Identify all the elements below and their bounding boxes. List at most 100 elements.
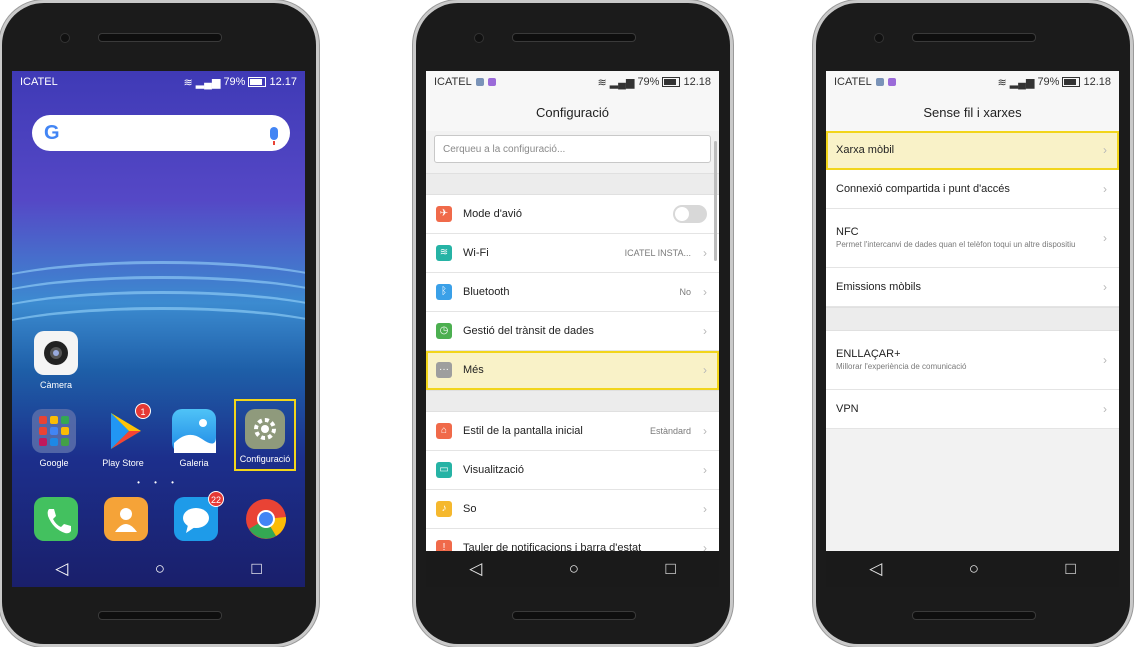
home-style-icon: ⌂: [436, 423, 452, 439]
settings-item-bluetooth[interactable]: ᛒ Bluetooth No ›: [426, 273, 719, 312]
home-button[interactable]: ○: [569, 559, 579, 579]
section-divider: [426, 390, 719, 412]
item-label: Més: [463, 364, 484, 376]
battery-percent: 79%: [1037, 76, 1060, 88]
google-folder-icon: [32, 409, 76, 453]
chevron-right-icon: ›: [703, 324, 707, 338]
earpiece: [98, 33, 222, 42]
battery-icon: [248, 77, 267, 87]
chevron-right-icon: ›: [703, 285, 707, 299]
dock-chrome[interactable]: [236, 497, 296, 546]
battery-icon: [1062, 77, 1081, 87]
item-label: Xarxa mòbil: [836, 144, 895, 156]
status-bar: ICATEL ≋ ▂▄▆ 79% 12.17: [12, 71, 305, 93]
signal-icon: ▂▄▆: [195, 76, 221, 89]
app-label: Galeria: [179, 458, 209, 468]
back-button[interactable]: ◁: [469, 559, 482, 579]
app-gallery[interactable]: Galeria: [164, 409, 224, 468]
settings-item-more[interactable]: ··· Més ›: [426, 351, 719, 390]
back-button[interactable]: ◁: [869, 559, 882, 579]
status-bar: ICATEL ≋ ▂▄▆ 79% 12.18: [826, 71, 1119, 93]
chevron-right-icon: ›: [1103, 402, 1107, 416]
recents-button[interactable]: □: [665, 559, 675, 579]
item-value: No: [679, 287, 691, 297]
network-item-vpn[interactable]: VPN ›: [826, 390, 1119, 429]
home-button[interactable]: ○: [155, 559, 165, 579]
bottom-speaker: [512, 611, 636, 620]
home-button[interactable]: ○: [969, 559, 979, 579]
page-title: Sense fil i xarxes: [826, 93, 1119, 131]
item-description: Permet l'intercanvi de dades quan el tel…: [836, 240, 1076, 250]
network-item-cell-broadcast[interactable]: Emissions mòbils ›: [826, 268, 1119, 307]
page-indicator: • • •: [137, 478, 180, 487]
app-camera[interactable]: Càmera: [26, 331, 86, 390]
clock: 12.18: [683, 76, 711, 88]
settings-item-airplane[interactable]: ✈ Mode d'avió: [426, 195, 719, 234]
bottom-speaker: [912, 611, 1036, 620]
notification-icon: [887, 78, 896, 87]
dock-contacts[interactable]: [96, 497, 156, 546]
signal-icon: ▂▄▆: [1009, 76, 1035, 89]
more-icon: ···: [436, 362, 452, 378]
item-value: ICATEL INSTA...: [624, 248, 691, 258]
nav-bar: ◁ ○ □: [826, 551, 1119, 587]
gear-icon: [245, 409, 285, 449]
item-label: Estil de la pantalla inicial: [463, 425, 583, 437]
item-label: ENLLAÇAR+: [836, 348, 901, 361]
phone-icon: [34, 497, 78, 541]
google-search-bar[interactable]: G: [32, 115, 290, 151]
network-item-tethering[interactable]: Connexió compartida i punt d'accés ›: [826, 170, 1119, 209]
network-item-mobile-network[interactable]: Xarxa mòbil ›: [826, 131, 1119, 170]
phone-network: ICATEL ≋ ▂▄▆ 79% 12.18 Sense fil i xarxe…: [816, 3, 1130, 644]
settings-search-input[interactable]: Cerqueu a la configuració...: [434, 135, 711, 163]
chevron-right-icon: ›: [703, 363, 707, 377]
item-label: Wi-Fi: [463, 247, 489, 259]
chevron-right-icon: ›: [1103, 231, 1107, 245]
mic-icon[interactable]: [270, 126, 278, 145]
earpiece: [512, 33, 636, 42]
dock-phone[interactable]: [26, 497, 86, 546]
app-play-store[interactable]: 1 Play Store: [93, 403, 153, 468]
chevron-right-icon: ›: [1103, 280, 1107, 294]
battery-percent: 79%: [223, 76, 246, 88]
settings-screen: ICATEL ≋ ▂▄▆ 79% 12.18 Configuració Cerq…: [426, 71, 719, 587]
network-screen: ICATEL ≋ ▂▄▆ 79% 12.18 Sense fil i xarxe…: [826, 71, 1119, 587]
app-label: Play Store: [102, 458, 144, 468]
settings-item-sound[interactable]: ♪ So ›: [426, 490, 719, 529]
recents-button[interactable]: □: [251, 559, 261, 579]
back-button[interactable]: ◁: [55, 559, 68, 579]
wifi-icon: ≋: [183, 76, 193, 89]
camera-icon: [34, 331, 78, 375]
app-label: Configuració: [239, 454, 291, 464]
settings-item-wifi[interactable]: ≋ Wi-Fi ICATEL INSTA... ›: [426, 234, 719, 273]
network-item-link-plus[interactable]: ENLLAÇAR+ Millorar l'experiència de comu…: [826, 331, 1119, 390]
messages-icon: 22: [174, 491, 224, 541]
scrollbar[interactable]: [714, 141, 717, 261]
status-bar: ICATEL ≋ ▂▄▆ 79% 12.18: [426, 71, 719, 93]
app-settings[interactable]: Configuració: [234, 399, 296, 471]
app-folder-google[interactable]: Google: [24, 409, 84, 468]
network-item-nfc[interactable]: NFC Permet l'intercanvi de dades quan el…: [826, 209, 1119, 268]
front-camera: [60, 33, 70, 43]
battery-percent: 79%: [637, 76, 660, 88]
data-usage-icon: ◷: [436, 323, 452, 339]
home-screen: ICATEL ≋ ▂▄▆ 79% 12.17 G Càmera Google 1…: [12, 71, 305, 587]
notification-badge: 22: [207, 491, 224, 507]
settings-item-display[interactable]: ▭ Visualització ›: [426, 451, 719, 490]
airplane-toggle[interactable]: [673, 205, 707, 223]
gallery-icon: [172, 409, 216, 453]
settings-item-data-usage[interactable]: ◷ Gestió del trànsit de dades ›: [426, 312, 719, 351]
item-label: Bluetooth: [463, 286, 510, 298]
signal-icon: ▂▄▆: [609, 76, 635, 89]
google-g-icon: G: [44, 121, 60, 144]
recents-button[interactable]: □: [1065, 559, 1075, 579]
contacts-icon: [104, 497, 148, 541]
item-label: So: [463, 503, 477, 515]
settings-item-home-style[interactable]: ⌂ Estil de la pantalla inicial Estàndard…: [426, 412, 719, 451]
dock-messages[interactable]: 22: [166, 491, 226, 546]
section-divider: [826, 307, 1119, 331]
page-title: Configuració: [426, 93, 719, 131]
wifi-icon: ≋: [436, 245, 452, 261]
chevron-right-icon: ›: [1103, 182, 1107, 196]
item-label: VPN: [836, 403, 859, 415]
